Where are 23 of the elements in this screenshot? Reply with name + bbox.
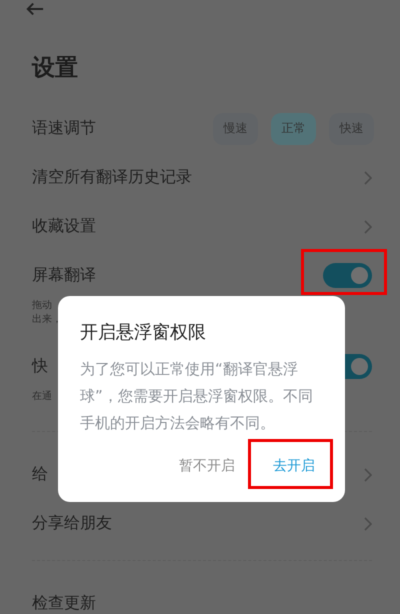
- setting-label: 清空所有翻译历史记录: [32, 167, 192, 188]
- setting-label: 语速调节: [32, 118, 96, 139]
- chevron-icon[interactable]: [364, 220, 372, 234]
- setting-hint: 出来，: [32, 313, 62, 327]
- setting-label: 分享给朋友: [32, 513, 112, 534]
- toggle-switch[interactable]: [323, 263, 372, 288]
- back-icon[interactable]: [26, 2, 44, 16]
- setting-label: 屏幕翻译: [32, 265, 96, 286]
- dialog-title: 开启悬浮窗权限: [80, 321, 207, 344]
- page-title: 设置: [30, 54, 79, 83]
- dialog-button[interactable]: 暂不开启: [169, 449, 245, 483]
- setting-label: 收藏设置: [32, 216, 96, 237]
- chevron-icon[interactable]: [364, 468, 372, 482]
- dialog-message: 为了您可以正常使用“翻译官悬浮球”，您需要开启悬浮窗权限。不同手机的开启方法会略有不同。: [80, 359, 314, 434]
- setting-label: 快: [32, 356, 48, 377]
- chevron-icon[interactable]: [364, 516, 372, 530]
- speed-option[interactable]: 正常: [271, 112, 316, 144]
- setting-label: 检查更新: [32, 593, 96, 614]
- chevron-icon[interactable]: [364, 170, 372, 184]
- dialog-button[interactable]: 去开启: [263, 449, 325, 483]
- setting-hint: 在通: [32, 390, 52, 404]
- setting-hint: 拖动: [32, 299, 52, 313]
- setting-label: 给: [32, 464, 48, 485]
